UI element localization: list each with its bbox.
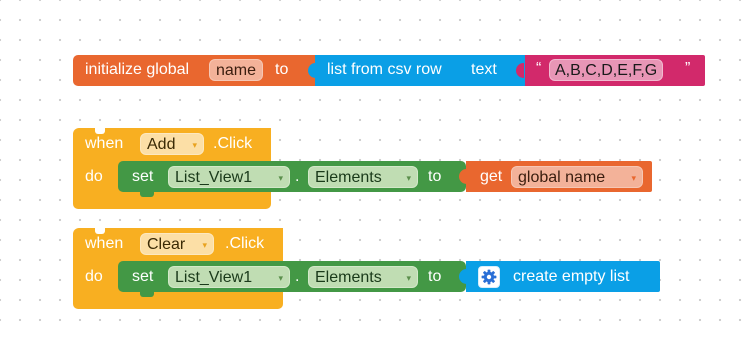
dot-label: .: [295, 268, 300, 285]
when-label: when: [85, 135, 124, 152]
elements-property-label: Elements: [315, 269, 382, 286]
get-global-name-block[interactable]: get global name ▾: [466, 161, 652, 192]
csv-text-label: text: [471, 61, 497, 78]
set-label: set: [132, 268, 154, 285]
do-label: do: [85, 168, 103, 185]
set-listview-elements-block[interactable]: set List_View1 ▾ . Elements ▾ to: [118, 161, 466, 192]
get-label: get: [480, 168, 503, 185]
when-label: when: [85, 235, 124, 252]
listview-component-label: List_View1: [175, 269, 253, 286]
listview-component-dropdown[interactable]: List_View1 ▾: [168, 266, 290, 288]
listview-component-dropdown[interactable]: List_View1 ▾: [168, 166, 290, 188]
initialize-global-label: initialize global: [85, 61, 190, 78]
set-block-bottom-tab: [140, 291, 154, 297]
chevron-down-icon: ▾: [631, 173, 636, 183]
string-open-quote: “: [536, 60, 542, 77]
clear-event-notch: [95, 228, 105, 234]
set-to-label: to: [428, 168, 442, 185]
elements-property-dropdown[interactable]: Elements ▾: [308, 266, 418, 288]
set-block-bottom-tab: [140, 191, 154, 197]
set-listview-elements-block[interactable]: set List_View1 ▾ . Elements ▾ to: [118, 261, 466, 292]
global-name-dropdown[interactable]: global name ▾: [511, 166, 643, 188]
global-name-label: global name: [518, 169, 606, 186]
chevron-down-icon: ▾: [278, 173, 283, 183]
text-string-block[interactable]: “ A,B,C,D,E,F,G ”: [525, 55, 705, 86]
string-value-field[interactable]: A,B,C,D,E,F,G: [549, 59, 664, 81]
list-from-csv-row-label: list from csv row: [327, 61, 442, 78]
list-from-csv-row-block[interactable]: list from csv row text: [315, 55, 525, 86]
set-label: set: [132, 168, 154, 185]
elements-property-label: Elements: [315, 169, 382, 186]
chevron-down-icon: ▾: [278, 273, 283, 283]
create-empty-list-block[interactable]: create empty list: [466, 261, 660, 292]
csv-input-connector: [516, 63, 524, 78]
dot-label: .: [295, 168, 300, 185]
add-event-notch: [95, 128, 105, 134]
click-event-label: .Click: [213, 135, 253, 152]
add-component-label: Add: [147, 136, 176, 153]
gear-icon[interactable]: [478, 266, 500, 288]
chevron-down-icon: ▾: [192, 140, 197, 150]
initialize-global-block[interactable]: initialize global name to: [73, 55, 316, 86]
elements-property-dropdown[interactable]: Elements ▾: [308, 166, 418, 188]
chevron-down-icon: ▾: [202, 240, 207, 250]
init-to-label: to: [275, 61, 289, 78]
set-to-label: to: [428, 268, 442, 285]
listview-component-label: List_View1: [175, 169, 253, 186]
click-event-label: .Click: [225, 235, 265, 252]
do-label: do: [85, 268, 103, 285]
string-close-quote: ”: [685, 60, 691, 77]
create-empty-list-label: create empty list: [513, 268, 630, 285]
clear-component-dropdown[interactable]: Clear ▾: [140, 233, 214, 255]
global-variable-name-field[interactable]: name: [209, 59, 264, 81]
chevron-down-icon: ▾: [406, 273, 411, 283]
chevron-down-icon: ▾: [406, 173, 411, 183]
clear-component-label: Clear: [147, 236, 186, 253]
add-component-dropdown[interactable]: Add ▾: [140, 133, 204, 155]
